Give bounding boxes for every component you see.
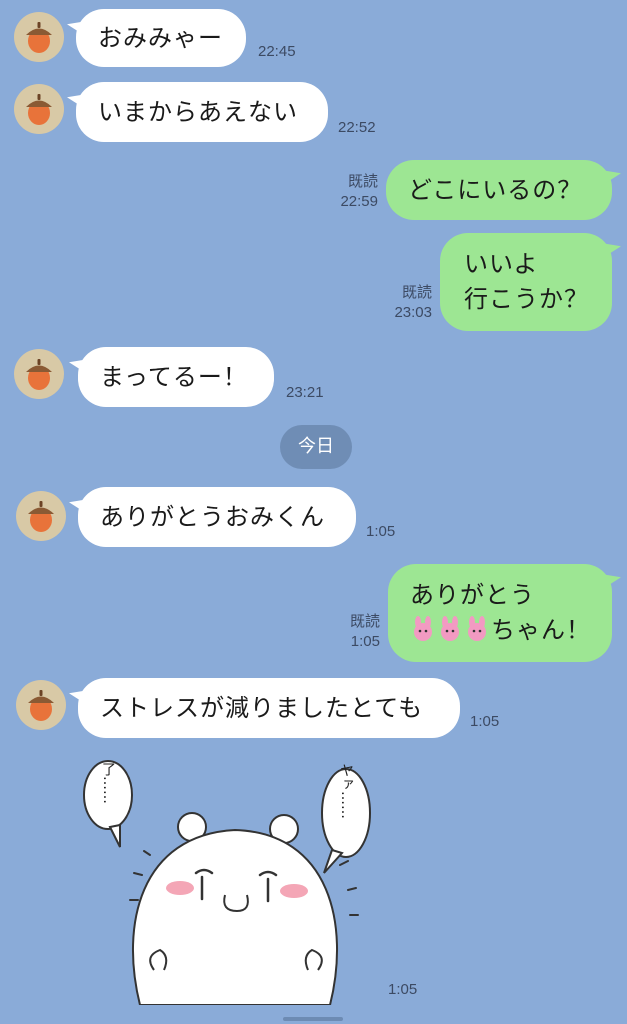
- read-receipt: 既読: [347, 173, 378, 190]
- message-text: どこにいるの？: [408, 176, 583, 204]
- message-text-line: ありがとう: [410, 581, 535, 609]
- message-text: ちゃん！: [491, 616, 591, 644]
- message-text-line: ちゃん！: [410, 613, 590, 648]
- contact-avatar[interactable]: [16, 491, 66, 541]
- bear-body: [131, 828, 339, 1005]
- contact-avatar[interactable]: [14, 84, 64, 134]
- message-time: 1:05: [350, 633, 380, 650]
- pink-rabbit-emoji: [414, 616, 432, 641]
- outgoing-message-bubble[interactable]: いいよ 行こうか？: [440, 233, 612, 331]
- read-receipt: 既読: [401, 284, 432, 301]
- pink-rabbit-emoji: [468, 616, 486, 641]
- message-time: 1:05: [366, 523, 396, 540]
- outgoing-message-bubble[interactable]: どこにいるの？: [386, 160, 612, 220]
- message-text: まってるー！: [100, 363, 248, 391]
- incoming-message-bubble[interactable]: おみみゃー: [76, 9, 246, 67]
- message-meta: 既読 1:05: [324, 612, 380, 652]
- message-time: 1:05: [388, 981, 418, 998]
- message-text-line: いいよ: [464, 250, 539, 278]
- contact-avatar[interactable]: [14, 12, 64, 62]
- sticker-balloon-left: 了……: [100, 762, 116, 804]
- incoming-message-bubble[interactable]: まってるー！: [78, 347, 274, 407]
- message-time: 23:03: [394, 304, 432, 321]
- acorn-icon: [26, 359, 52, 390]
- contact-avatar[interactable]: [14, 349, 64, 399]
- message-time: 23:21: [286, 384, 324, 401]
- sticker-balloon-right: ヤァ……: [338, 763, 354, 819]
- acorn-icon: [28, 690, 54, 721]
- message-text: ストレスが減りましたとても: [100, 694, 424, 722]
- message-meta: 既読 22:59: [320, 172, 378, 212]
- bear-blush: [166, 881, 194, 895]
- message-time: 22:45: [258, 43, 296, 60]
- chat-view[interactable]: おみみゃー 22:45 いまからあえない 22:52 既読 22:59 どこにい…: [0, 0, 627, 1024]
- message-text: おみみゃー: [98, 24, 223, 52]
- outgoing-message-bubble[interactable]: ありがとう ちゃん！: [388, 564, 612, 662]
- message-text-line: 行こうか？: [464, 285, 589, 313]
- incoming-message-bubble[interactable]: ストレスが減りましたとても: [78, 678, 460, 738]
- read-receipt: 既読: [349, 613, 380, 630]
- date-separator: 今日: [280, 425, 352, 469]
- message-text: いまからあえない: [98, 98, 298, 126]
- contact-avatar[interactable]: [16, 680, 66, 730]
- bottom-handle[interactable]: [283, 1017, 343, 1021]
- message-text: ありがとうおみくん: [100, 503, 325, 531]
- incoming-message-bubble[interactable]: いまからあえない: [76, 82, 328, 142]
- bear-sticker[interactable]: 了…… ヤァ……: [80, 755, 380, 1005]
- message-time: 1:05: [470, 713, 500, 730]
- bear-blush: [280, 884, 308, 898]
- message-meta: 既読 23:03: [372, 283, 432, 323]
- incoming-message-bubble[interactable]: ありがとうおみくん: [78, 487, 356, 547]
- message-time: 22:52: [338, 119, 376, 136]
- acorn-icon: [26, 94, 52, 125]
- acorn-icon: [28, 501, 54, 532]
- bear-mouth: [223, 894, 249, 913]
- acorn-icon: [26, 22, 52, 53]
- message-time: 22:59: [340, 193, 378, 210]
- pink-rabbit-emoji: [441, 616, 459, 641]
